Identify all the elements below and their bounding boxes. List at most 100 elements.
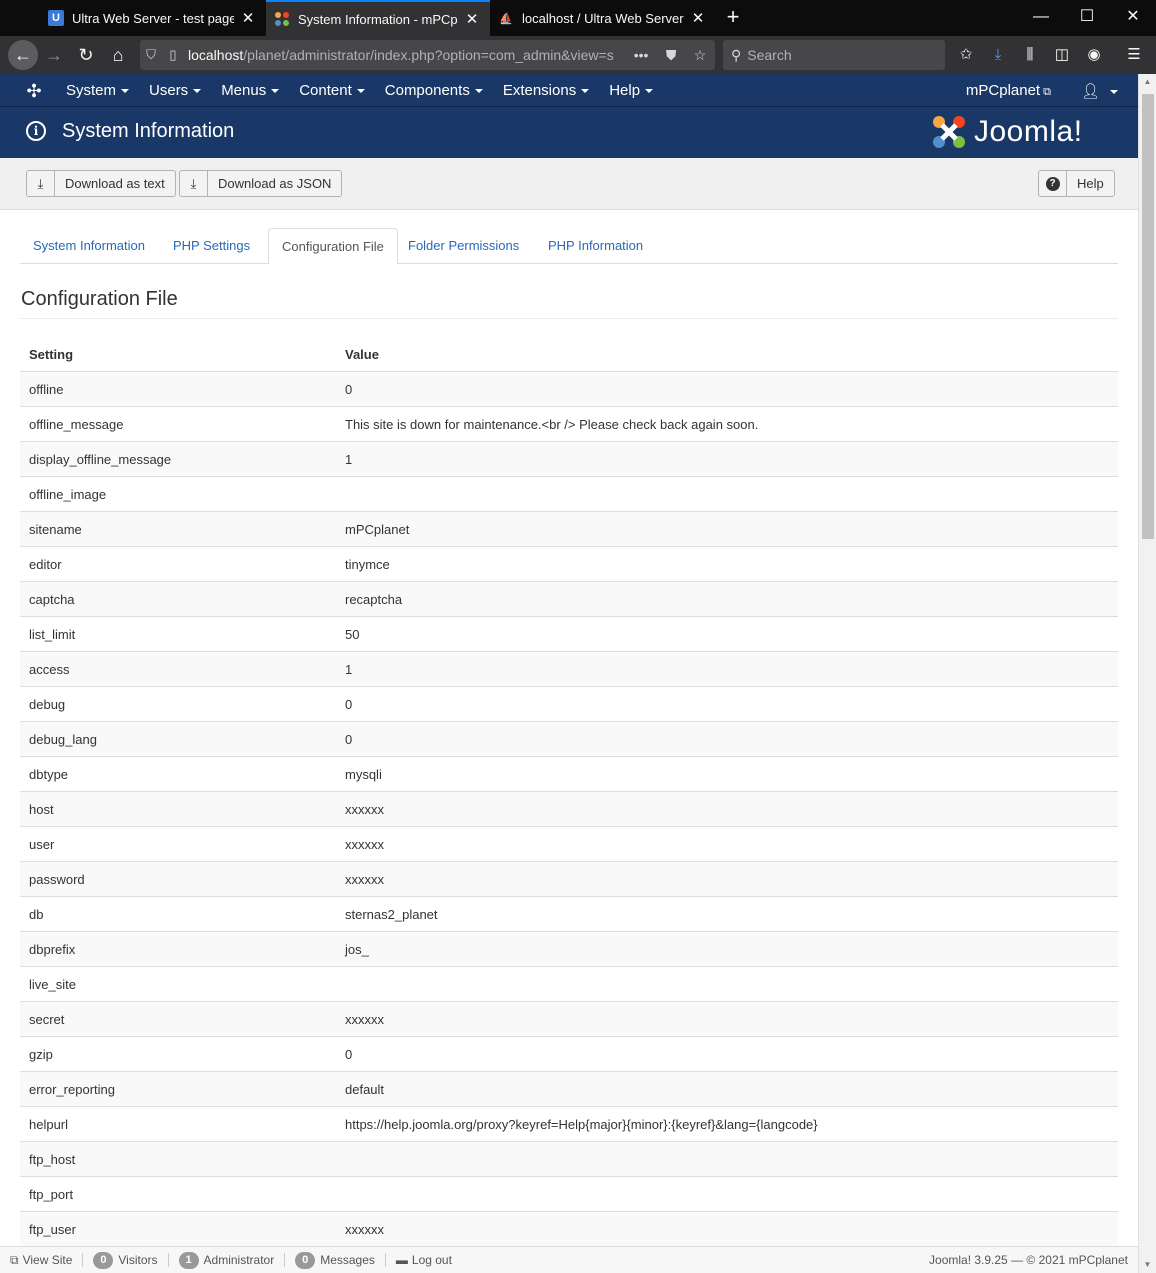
- minus-icon: ▬: [395, 1253, 408, 1267]
- setting-value: 0: [345, 731, 353, 747]
- visitors-status: 0 Visitors: [83, 1251, 169, 1269]
- url-bar[interactable]: ⛉ ▯ localhost/planet/administrator/index…: [140, 40, 715, 70]
- table-row: password xxxxxx: [20, 862, 1118, 897]
- joomla-version: Joomla! 3.9.25: [929, 1253, 1008, 1267]
- table-row: ftp_host: [20, 1142, 1118, 1177]
- question-icon: ?: [1039, 171, 1067, 196]
- menu-users[interactable]: Users: [139, 74, 211, 107]
- scroll-down-arrow-icon[interactable]: ▼: [1139, 1257, 1156, 1273]
- view-site-link[interactable]: ⧉ View Site: [0, 1253, 84, 1267]
- table-row: gzip 0: [20, 1037, 1118, 1072]
- setting-value: https://help.joomla.org/proxy?keyref=Hel…: [345, 1116, 818, 1132]
- menu-extensions[interactable]: Extensions: [493, 74, 599, 107]
- setting-name: editor: [29, 556, 62, 572]
- table-row: secret xxxxxx: [20, 1002, 1118, 1037]
- menu-icon[interactable]: ☰: [1120, 41, 1148, 69]
- browser-tab-phpmyadmin[interactable]: ⛵ localhost / Ultra Web Server | p ✕: [490, 0, 716, 36]
- setting-name: offline_image: [29, 486, 107, 502]
- setting-value: 1: [345, 661, 353, 677]
- column-header-value: Value: [345, 346, 379, 362]
- download-icon[interactable]: ⤓: [984, 41, 1012, 69]
- menu-help[interactable]: Help: [599, 74, 663, 107]
- setting-value: default: [345, 1081, 385, 1097]
- page-actions-icon[interactable]: •••: [634, 47, 649, 64]
- table-row: captcha recaptcha: [20, 582, 1118, 617]
- reload-button[interactable]: ↻: [72, 41, 100, 69]
- setting-value: mysqli: [345, 766, 382, 782]
- close-icon[interactable]: ✕: [240, 9, 256, 27]
- toolbar: ⤓ Download as text ⤓ Download as JSON ? …: [0, 158, 1138, 210]
- messages-link[interactable]: 0 Messages: [285, 1251, 386, 1269]
- bookmarks-star-icon[interactable]: ✩: [952, 41, 980, 69]
- tab-system-information[interactable]: System Information: [20, 228, 158, 264]
- library-icon[interactable]: ⫼: [1016, 41, 1044, 69]
- table-row: error_reporting default: [20, 1072, 1118, 1107]
- browser-tab-title: Ultra Web Server - test page: [72, 10, 234, 26]
- setting-value: xxxxxx: [345, 1221, 384, 1237]
- menu-system[interactable]: System: [56, 74, 139, 107]
- setting-name: dbprefix: [29, 941, 76, 957]
- page-title: System Information: [62, 120, 235, 142]
- pocket-icon[interactable]: ⛊: [666, 47, 677, 64]
- forward-button[interactable]: →: [40, 41, 68, 69]
- admin-menu: System Users Menus Content Components Ex…: [56, 74, 663, 107]
- setting-name: ftp_port: [29, 1186, 74, 1202]
- setting-value: xxxxxx: [345, 836, 384, 852]
- close-window-button[interactable]: ✕: [1110, 0, 1156, 36]
- table-row: helpurl https://help.joomla.org/proxy?key…: [20, 1107, 1118, 1142]
- table-row: host xxxxxx: [20, 792, 1118, 827]
- back-button[interactable]: ←: [8, 40, 38, 70]
- sidebar-icon[interactable]: ◫: [1048, 41, 1076, 69]
- minimize-button[interactable]: —: [1018, 0, 1064, 36]
- table-row: access 1: [20, 652, 1118, 687]
- setting-name: host: [29, 801, 54, 817]
- menu-menus[interactable]: Menus: [211, 74, 289, 107]
- joomla-logo-icon[interactable]: ✣: [24, 81, 44, 101]
- logout-link[interactable]: ▬ Log out: [386, 1253, 462, 1267]
- setting-value: 1: [345, 451, 353, 467]
- joomla-brand-icon: [933, 116, 965, 148]
- page-icon[interactable]: ▯: [162, 47, 184, 63]
- table-row: db sternas2_planet: [20, 897, 1118, 932]
- setting-name: list_limit: [29, 626, 76, 642]
- url-text[interactable]: localhost/planet/administrator/index.php…: [188, 47, 625, 63]
- tab-php-information[interactable]: PHP Information: [535, 228, 656, 264]
- bookmark-star-icon[interactable]: ☆: [694, 47, 707, 64]
- table-row: live_site: [20, 967, 1118, 1002]
- joomla-brand-logo: Joomla!: [930, 113, 1083, 151]
- setting-name: offline: [29, 381, 64, 397]
- close-icon[interactable]: ✕: [690, 9, 706, 27]
- browser-tab-ultra-web-server[interactable]: U Ultra Web Server - test page ✕: [40, 0, 266, 36]
- divider: [20, 318, 1118, 319]
- shield-icon[interactable]: ⛉: [140, 47, 162, 63]
- page-scrollbar[interactable]: ▲ ▼: [1138, 74, 1156, 1273]
- admin-navbar: ✣ System Users Menus Content Components …: [0, 74, 1138, 107]
- user-menu[interactable]: 👤︎: [1081, 82, 1118, 100]
- scrollbar-thumb[interactable]: [1142, 94, 1154, 539]
- setting-name: gzip: [29, 1046, 53, 1062]
- download-text-button[interactable]: ⤓ Download as text: [26, 170, 176, 197]
- site-link[interactable]: mPCplanet ⧉: [966, 82, 1051, 99]
- download-icon: ⤓: [27, 171, 55, 196]
- new-tab-button[interactable]: +: [720, 4, 746, 32]
- menu-content[interactable]: Content: [289, 74, 375, 107]
- home-button[interactable]: ⌂: [104, 41, 132, 69]
- configuration-table: Setting Value offline 0 offline_message Th…: [20, 337, 1118, 1247]
- tab-folder-permissions[interactable]: Folder Permissions: [395, 228, 532, 264]
- tab-configuration-file[interactable]: Configuration File: [268, 228, 398, 265]
- scroll-up-arrow-icon[interactable]: ▲: [1139, 74, 1156, 90]
- joomla-favicon-icon: [274, 11, 290, 27]
- help-button[interactable]: ? Help: [1038, 170, 1115, 197]
- tab-php-settings[interactable]: PHP Settings: [160, 228, 263, 264]
- download-json-button[interactable]: ⤓ Download as JSON: [179, 170, 343, 197]
- account-icon[interactable]: ◉: [1080, 41, 1108, 69]
- browser-tab-system-information[interactable]: System Information - mPCplan ✕: [266, 0, 490, 36]
- menu-components[interactable]: Components: [375, 74, 493, 107]
- setting-value: xxxxxx: [345, 871, 384, 887]
- maximize-button[interactable]: ☐: [1064, 0, 1110, 36]
- search-input[interactable]: ⚲ Search: [723, 40, 945, 70]
- close-icon[interactable]: ✕: [464, 10, 480, 28]
- setting-value: This site is down for maintenance.<br />…: [345, 416, 759, 432]
- administrator-status: 1 Administrator: [169, 1251, 286, 1269]
- browser-nav-bar: ← → ↻ ⌂ ⛉ ▯ localhost/planet/administrat…: [0, 36, 1156, 74]
